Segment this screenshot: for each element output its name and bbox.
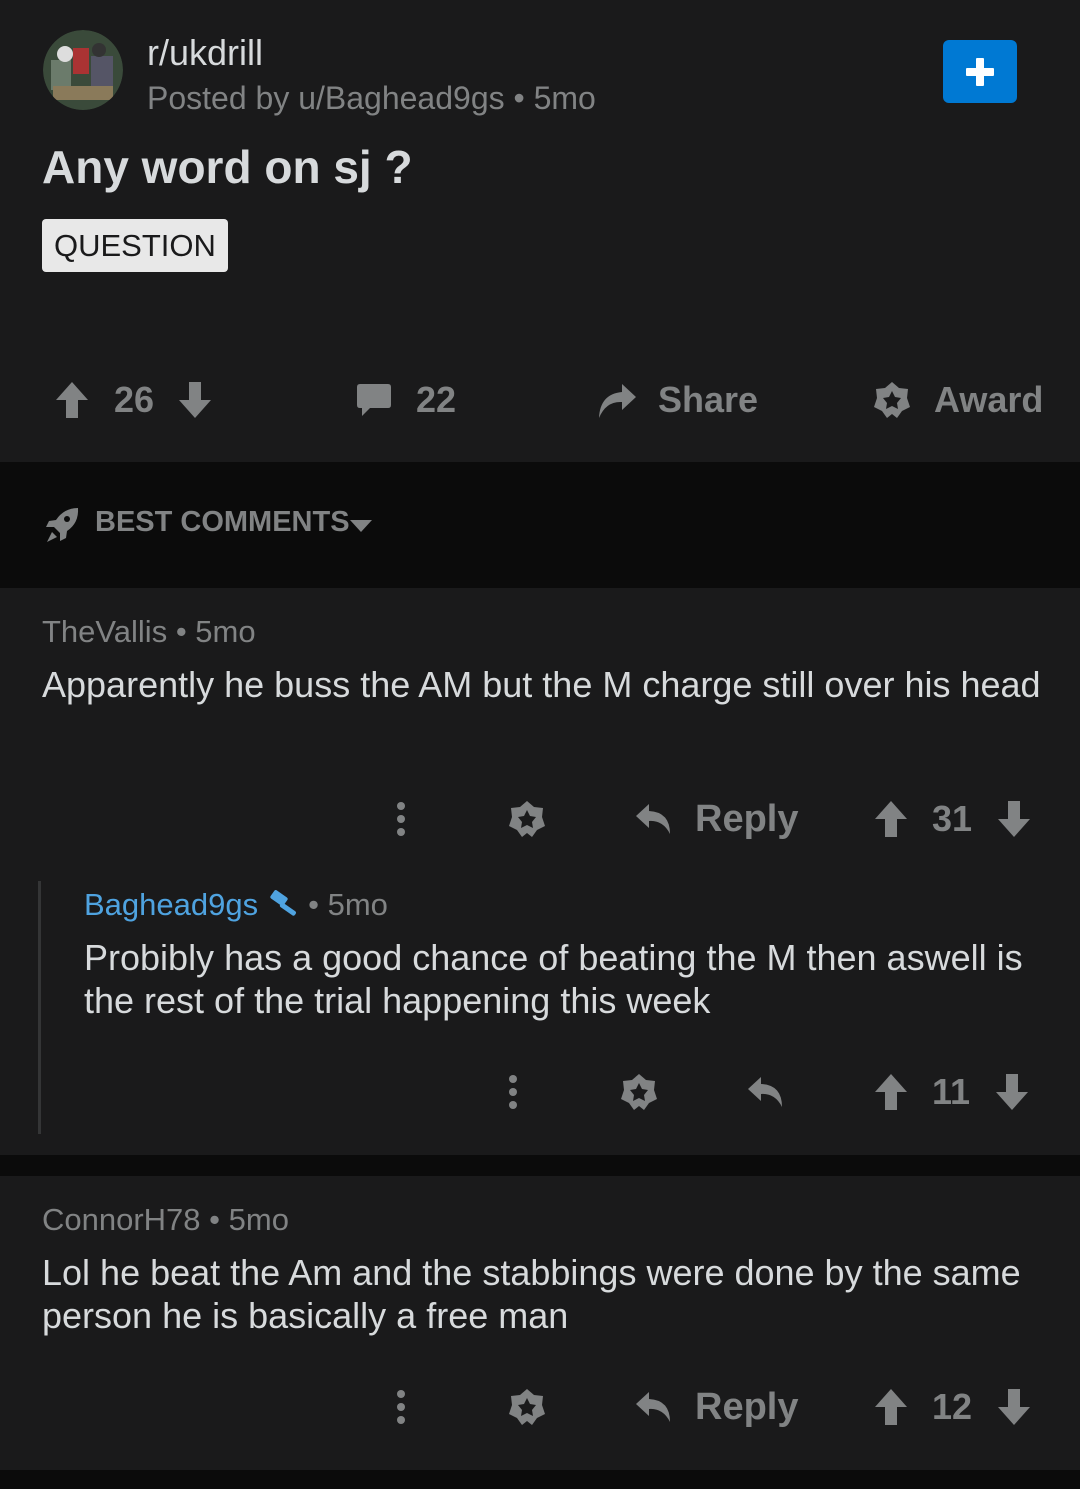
award-icon <box>509 1389 545 1425</box>
award-button[interactable]: Award <box>872 375 1043 425</box>
comment-author[interactable]: Baghead9gs <box>84 887 258 923</box>
post-meta: Posted by u/Baghead9gs • 5mo <box>147 80 596 116</box>
comment-icon <box>357 384 391 416</box>
reply-icon <box>636 1392 670 1422</box>
comment-score: 31 <box>932 798 973 839</box>
upvote-icon[interactable] <box>873 799 909 839</box>
award-icon <box>874 382 910 418</box>
comments-button[interactable]: 22 <box>356 375 456 425</box>
comment-actions: 11 <box>0 1062 1080 1122</box>
comment-body: Probibly has a good chance of beating th… <box>84 937 1023 1021</box>
award-button[interactable] <box>507 1377 547 1437</box>
rocket-icon <box>46 508 79 542</box>
more-options[interactable] <box>396 1377 406 1437</box>
comment-thread: TheVallis • 5mo Apparently he buss the A… <box>0 588 1080 1155</box>
downvote-icon[interactable] <box>996 799 1032 839</box>
award-icon <box>621 1074 657 1110</box>
share-label: Share <box>658 379 759 420</box>
comment-vote-group: 31 <box>873 789 1032 849</box>
award-label: Award <box>934 379 1044 420</box>
post-flair: QUESTION <box>42 219 228 272</box>
more-icon <box>509 1075 517 1109</box>
comment-score: 11 <box>932 1071 971 1112</box>
vote-group: 26 <box>54 375 213 425</box>
comment-actions: Reply 31 <box>0 789 1080 849</box>
comment-age: • 5mo <box>308 887 388 922</box>
downvote-icon[interactable] <box>177 380 213 420</box>
mod-hammer-icon <box>270 890 297 916</box>
reply-label: Reply <box>695 1385 799 1428</box>
join-button[interactable] <box>943 40 1017 103</box>
upvote-icon[interactable] <box>873 1072 909 1112</box>
more-icon <box>397 1390 405 1424</box>
subreddit-name[interactable]: r/ukdrill <box>147 32 263 74</box>
comment-age: • 5mo <box>209 1202 289 1237</box>
comment-thread: ConnorH78 • 5mo Lol he beat the Am and t… <box>0 1176 1080 1470</box>
comments-count: 22 <box>416 379 457 420</box>
subreddit-avatar[interactable] <box>43 30 123 110</box>
comment-vote-group: 12 <box>873 1377 1032 1437</box>
sort-label: BEST COMMENTS <box>95 506 350 538</box>
award-button[interactable] <box>619 1062 659 1122</box>
award-icon <box>509 801 545 837</box>
more-icon <box>397 802 405 836</box>
comment-header: TheVallis • 5mo <box>42 614 256 650</box>
reply-icon <box>636 804 670 834</box>
comment-sort-bar[interactable]: BEST COMMENTS <box>0 462 1080 588</box>
more-options[interactable] <box>396 789 406 849</box>
caret-down-icon <box>350 520 372 532</box>
share-icon <box>599 384 636 418</box>
comment-author[interactable]: TheVallis <box>42 614 167 649</box>
comment-body: Apparently he buss the AM but the M char… <box>42 664 1041 705</box>
award-button[interactable] <box>507 789 547 849</box>
comment-header: ConnorH78 • 5mo <box>42 1202 289 1238</box>
upvote-icon[interactable] <box>873 1387 909 1427</box>
post-card: r/ukdrill Posted by u/Baghead9gs • 5mo A… <box>0 0 1080 462</box>
more-options[interactable] <box>508 1062 518 1122</box>
downvote-icon[interactable] <box>994 1072 1030 1112</box>
reply-button[interactable]: Reply <box>635 789 798 849</box>
comment-age: • 5mo <box>175 614 256 649</box>
downvote-icon[interactable] <box>996 1387 1032 1427</box>
comment-actions: Reply 12 <box>0 1377 1080 1437</box>
comment-header: Baghead9gs • 5mo <box>84 887 388 923</box>
post-score: 26 <box>114 379 155 420</box>
comment-score: 12 <box>932 1386 973 1427</box>
reply-button[interactable]: Reply <box>635 1377 798 1437</box>
upvote-icon[interactable] <box>54 380 90 420</box>
post-title: Any word on sj ? <box>42 141 413 193</box>
comment-vote-group: 11 <box>873 1062 1030 1122</box>
reply-label: Reply <box>695 797 799 840</box>
comment-body: Lol he beat the Am and the stabbings wer… <box>42 1252 1021 1336</box>
reply-icon <box>748 1077 782 1107</box>
comment-author[interactable]: ConnorH78 <box>42 1202 201 1237</box>
reply-button[interactable] <box>747 1062 785 1122</box>
plus-icon <box>966 57 994 86</box>
share-button[interactable]: Share <box>596 375 758 425</box>
